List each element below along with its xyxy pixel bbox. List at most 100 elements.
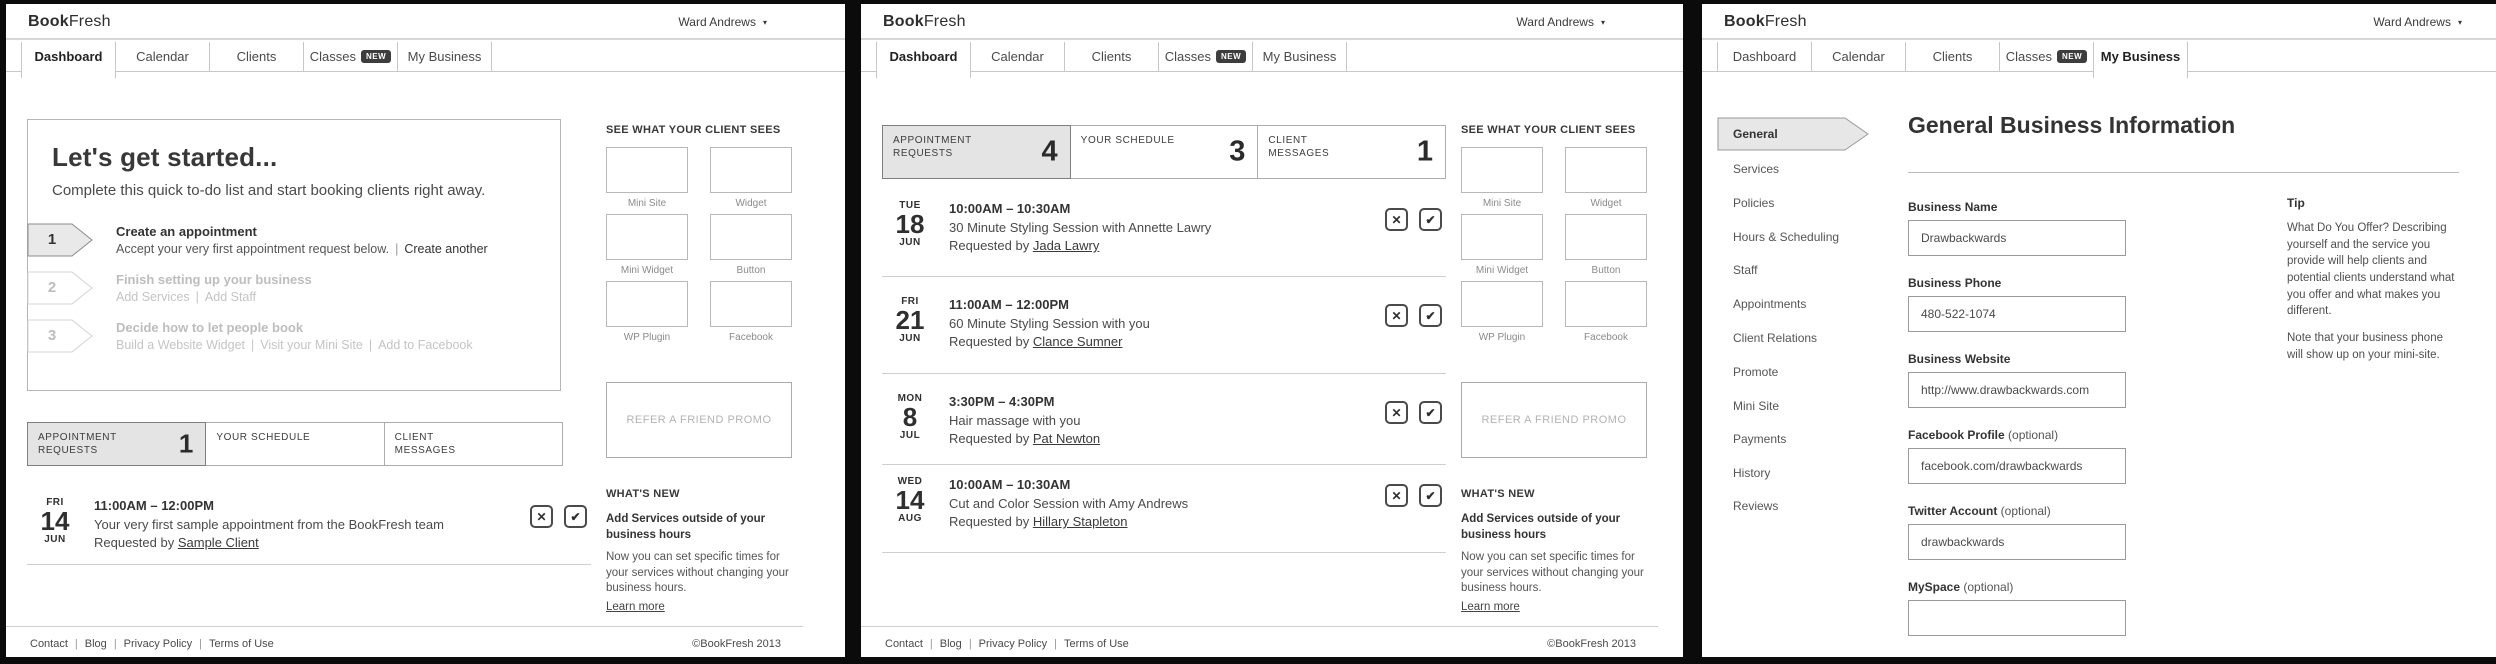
accept-button[interactable]: ✔ bbox=[1419, 304, 1442, 327]
accept-button[interactable]: ✔ bbox=[564, 505, 587, 528]
decline-button[interactable]: ✕ bbox=[1385, 484, 1408, 507]
tab-clients[interactable]: Clients bbox=[1065, 42, 1159, 72]
learn-more-link[interactable]: Learn more bbox=[1461, 601, 1520, 613]
client-link[interactable]: Clance Sumner bbox=[1033, 334, 1123, 349]
stat-tab-your-schedule[interactable]: YOUR SCHEDULE 3 bbox=[1069, 125, 1259, 179]
tab-my-business[interactable]: My Business bbox=[398, 42, 492, 72]
create-another-link[interactable]: Create another bbox=[404, 242, 487, 256]
appointment-time: 11:00AM – 12:00PM bbox=[949, 297, 1069, 312]
learn-more-link[interactable]: Learn more bbox=[606, 601, 665, 613]
contact-link[interactable]: Contact bbox=[30, 638, 68, 650]
nav-item-payments[interactable]: Payments bbox=[1733, 432, 1786, 446]
decline-button[interactable]: ✕ bbox=[1385, 304, 1408, 327]
new-badge: NEW bbox=[361, 50, 392, 63]
thumb-facebook[interactable]: Facebook bbox=[1565, 281, 1647, 343]
add-services-link[interactable]: Add Services bbox=[116, 290, 190, 304]
tab-clients[interactable]: Clients bbox=[210, 42, 304, 72]
terms-link[interactable]: Terms of Use bbox=[209, 638, 274, 650]
facebook-profile-input[interactable] bbox=[1908, 448, 2126, 484]
tab-calendar[interactable]: Calendar bbox=[1812, 42, 1906, 72]
refer-friend-promo[interactable]: REFER A FRIEND PROMO bbox=[1461, 382, 1647, 458]
stat-tab-client-messages[interactable]: CLIENT MESSAGES 1 bbox=[1257, 125, 1447, 179]
nav-item-client-relations[interactable]: Client Relations bbox=[1733, 331, 1817, 345]
tab-classes[interactable]: Classes NEW bbox=[1159, 42, 1253, 72]
decline-button[interactable]: ✕ bbox=[1385, 208, 1408, 231]
thumb-wp-plugin[interactable]: WP Plugin bbox=[1461, 281, 1543, 343]
thumb-facebook[interactable]: Facebook bbox=[710, 281, 792, 343]
separator: | bbox=[395, 242, 399, 256]
client-link[interactable]: Sample Client bbox=[178, 535, 259, 550]
tab-my-business[interactable]: My Business bbox=[1253, 42, 1347, 72]
user-menu[interactable]: Ward Andrews ▾ bbox=[678, 15, 767, 29]
tab-clients[interactable]: Clients bbox=[1906, 42, 2000, 72]
appointment-date: FRI 21 JUN bbox=[888, 296, 932, 344]
getting-started-title: Let's get started... bbox=[52, 142, 278, 172]
tab-classes[interactable]: Classes NEW bbox=[304, 42, 398, 72]
thumb-mini-widget[interactable]: Mini Widget bbox=[606, 214, 688, 276]
thumb-wp-plugin[interactable]: WP Plugin bbox=[606, 281, 688, 343]
business-name-input[interactable] bbox=[1908, 220, 2126, 256]
client-link[interactable]: Hillary Stapleton bbox=[1033, 514, 1128, 529]
field-facebook-profile: Facebook Profile (optional) bbox=[1908, 428, 2126, 484]
myspace-input[interactable] bbox=[1908, 600, 2126, 636]
client-link[interactable]: Jada Lawry bbox=[1033, 238, 1099, 253]
terms-link[interactable]: Terms of Use bbox=[1064, 638, 1129, 650]
business-website-input[interactable] bbox=[1908, 372, 2126, 408]
nav-item-history[interactable]: History bbox=[1733, 466, 1770, 480]
nav-item-mini-site[interactable]: Mini Site bbox=[1733, 399, 1779, 413]
thumb-button[interactable]: Button bbox=[710, 214, 792, 276]
tab-calendar[interactable]: Calendar bbox=[116, 42, 210, 72]
logo-bold: Book bbox=[1724, 13, 1765, 30]
client-link[interactable]: Pat Newton bbox=[1033, 431, 1100, 446]
nav-item-promote[interactable]: Promote bbox=[1733, 365, 1778, 379]
nav-item-policies[interactable]: Policies bbox=[1733, 196, 1774, 210]
tab-dashboard[interactable]: Dashboard bbox=[21, 42, 116, 78]
refer-friend-promo[interactable]: REFER A FRIEND PROMO bbox=[606, 382, 792, 458]
thumb-mini-site[interactable]: Mini Site bbox=[606, 147, 688, 209]
user-menu[interactable]: Ward Andrews ▾ bbox=[1516, 15, 1605, 29]
accept-button[interactable]: ✔ bbox=[1419, 401, 1442, 424]
tip-paragraph-2: Note that your business phone will show … bbox=[2287, 332, 2443, 361]
twitter-account-input[interactable] bbox=[1908, 524, 2126, 560]
decline-button[interactable]: ✕ bbox=[1385, 401, 1408, 424]
getting-started-card: Let's get started... Complete this quick… bbox=[27, 119, 561, 391]
stat-tab-appointment-requests[interactable]: APPOINTMENT REQUESTS 1 bbox=[27, 422, 207, 466]
privacy-link[interactable]: Privacy Policy bbox=[124, 638, 192, 650]
business-phone-input[interactable] bbox=[1908, 296, 2126, 332]
accept-button[interactable]: ✔ bbox=[1419, 208, 1442, 231]
stat-tab-your-schedule[interactable]: YOUR SCHEDULE bbox=[205, 422, 385, 466]
thumb-widget[interactable]: Widget bbox=[710, 147, 792, 209]
tab-classes[interactable]: Classes NEW bbox=[2000, 42, 2094, 72]
separator: | bbox=[968, 638, 972, 650]
nav-item-appointments[interactable]: Appointments bbox=[1733, 297, 1806, 311]
decline-button[interactable]: ✕ bbox=[530, 505, 553, 528]
stat-tab-client-messages[interactable]: CLIENT MESSAGES bbox=[383, 422, 563, 466]
blog-link[interactable]: Blog bbox=[85, 638, 107, 650]
build-widget-link[interactable]: Build a Website Widget bbox=[116, 338, 245, 352]
tab-my-business[interactable]: My Business bbox=[2093, 42, 2188, 78]
thumb-widget[interactable]: Widget bbox=[1565, 147, 1647, 209]
accept-button[interactable]: ✔ bbox=[1419, 484, 1442, 507]
blog-link[interactable]: Blog bbox=[940, 638, 962, 650]
add-staff-link[interactable]: Add Staff bbox=[205, 290, 256, 304]
thumb-mini-site[interactable]: Mini Site bbox=[1461, 147, 1543, 209]
nav-item-staff[interactable]: Staff bbox=[1733, 263, 1757, 277]
appointment-description: Hair massage with you bbox=[949, 413, 1081, 428]
add-to-facebook-link[interactable]: Add to Facebook bbox=[378, 338, 473, 352]
tab-dashboard[interactable]: Dashboard bbox=[876, 42, 971, 78]
thumb-button[interactable]: Button bbox=[1565, 214, 1647, 276]
tab-calendar[interactable]: Calendar bbox=[971, 42, 1065, 72]
separator: | bbox=[251, 338, 255, 352]
field-label: Business Website bbox=[1908, 352, 2011, 366]
thumb-mini-widget[interactable]: Mini Widget bbox=[1461, 214, 1543, 276]
nav-item-reviews[interactable]: Reviews bbox=[1733, 499, 1778, 513]
privacy-link[interactable]: Privacy Policy bbox=[979, 638, 1047, 650]
stat-tab-appointment-requests[interactable]: APPOINTMENT REQUESTS 4 bbox=[882, 125, 1071, 179]
visit-mini-site-link[interactable]: Visit your Mini Site bbox=[260, 338, 363, 352]
nav-item-hours-scheduling[interactable]: Hours & Scheduling bbox=[1733, 230, 1839, 244]
user-menu[interactable]: Ward Andrews ▾ bbox=[2373, 15, 2462, 29]
contact-link[interactable]: Contact bbox=[885, 638, 923, 650]
nav-item-general[interactable]: General bbox=[1717, 117, 1869, 151]
tab-dashboard[interactable]: Dashboard bbox=[1718, 42, 1812, 72]
nav-item-services[interactable]: Services bbox=[1733, 162, 1779, 176]
